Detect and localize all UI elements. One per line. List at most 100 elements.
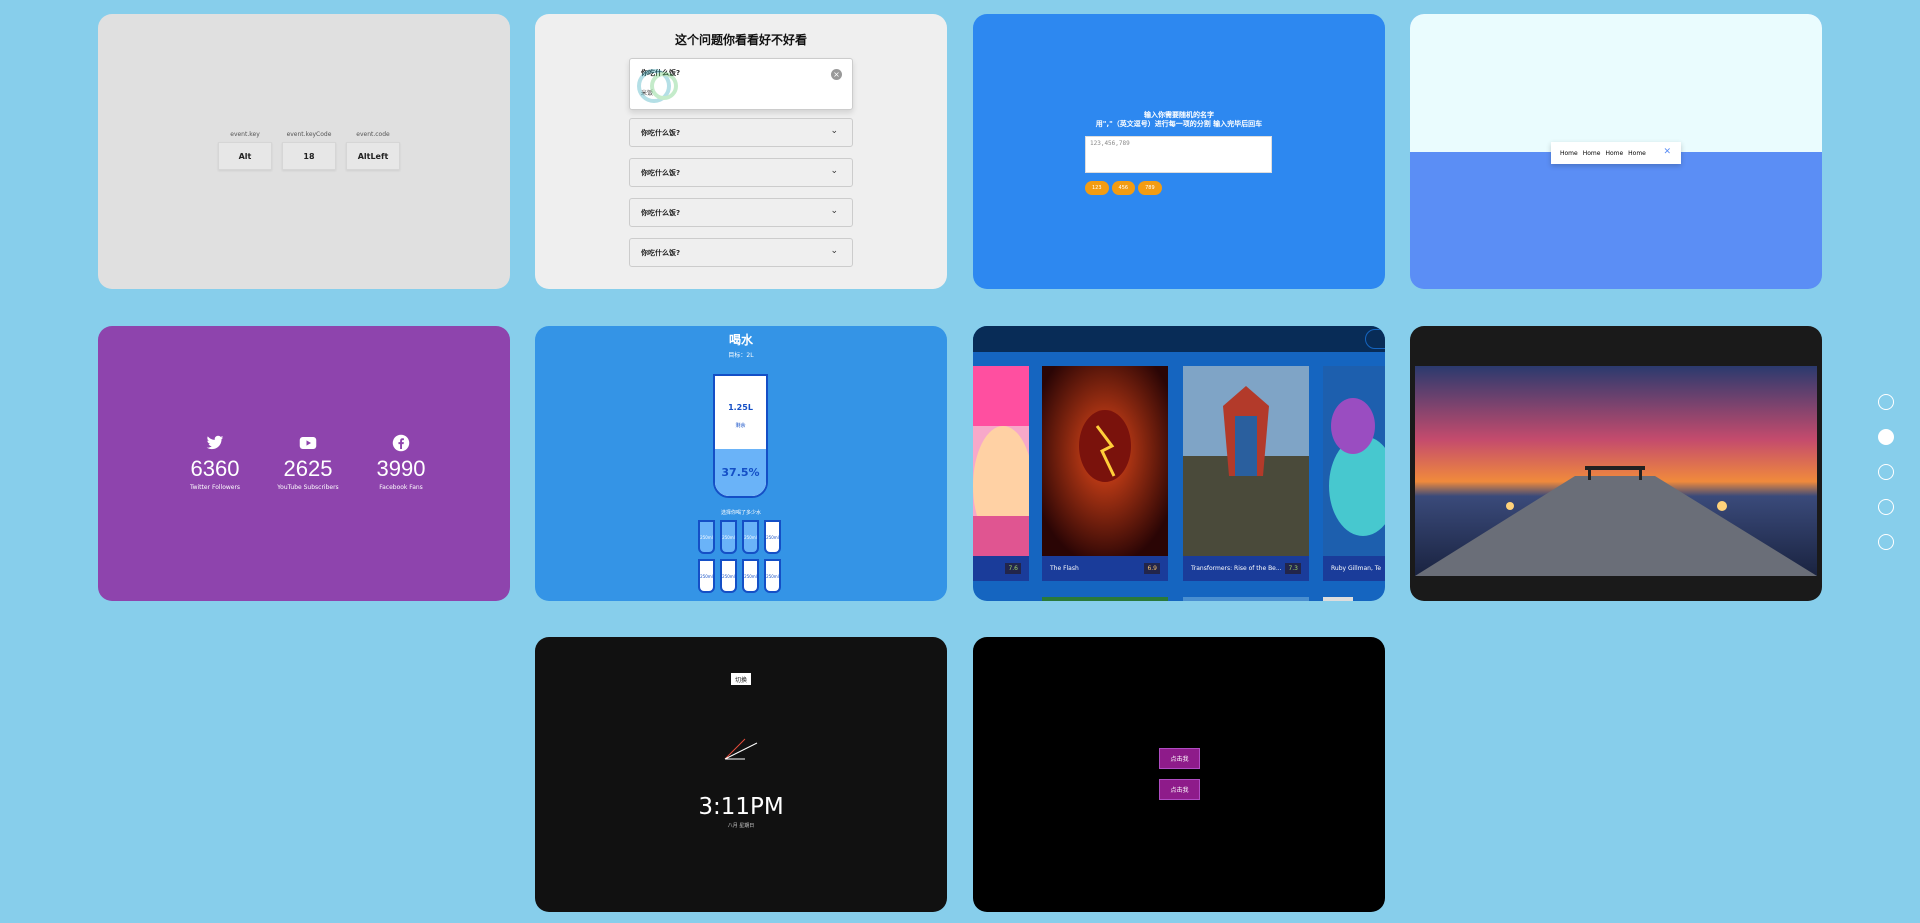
- remained-label: 剩余: [735, 423, 746, 429]
- movie-info: Transformers: Rise of the Be... 7.3: [1183, 556, 1309, 581]
- movie-info: Ruby Gillman, Te: [1323, 556, 1385, 581]
- movie-title: The Flash: [1050, 565, 1079, 572]
- click-button-1[interactable]: 点击我: [1159, 748, 1200, 769]
- faq-item[interactable]: 你吃什么饭? ⌄: [629, 198, 853, 227]
- counter-label: Twitter Followers: [189, 484, 241, 491]
- movie-card[interactable]: Transformers: Rise of the Be... 7.3: [1183, 366, 1309, 581]
- faq-card: 这个问题你看看好不好看 你吃什么饭? 米饭 × 你吃什么饭? ⌄ 你吃什么饭? …: [535, 14, 947, 289]
- faq-title: 这个问题你看看好不好看: [674, 33, 807, 47]
- chevron-down-icon[interactable]: ⌄: [830, 126, 838, 136]
- picker-instructions: 用","（英文逗号）进行每一项的分割 输入完毕后回车: [1095, 120, 1263, 128]
- sunset-pier-image: [1415, 366, 1817, 576]
- movie-card[interactable]: Ruby Gillman, Te: [1323, 366, 1385, 581]
- page-dot[interactable]: [1878, 464, 1894, 480]
- date-display: 八月 星期日: [727, 823, 755, 829]
- random-picker-card: 输入你需要随机的名字 用","（英文逗号）进行每一项的分割 输入完毕后回车 12…: [973, 14, 1385, 289]
- faq-item[interactable]: 你吃什么饭? ⌄: [629, 158, 853, 187]
- close-icon[interactable]: ×: [831, 69, 842, 80]
- small-cup[interactable]: 250ml: [720, 520, 737, 554]
- water-goal: 目标：2L: [728, 352, 754, 359]
- faq-question: 你吃什么饭?: [641, 129, 681, 137]
- facebook-icon: [392, 434, 410, 452]
- photo-card: [1410, 326, 1822, 601]
- tag: 789: [1138, 181, 1162, 195]
- faq-question: 你吃什么饭?: [641, 249, 681, 257]
- small-cup[interactable]: 250ml: [698, 520, 715, 554]
- movie-title: Transformers: Rise of the Be...: [1191, 565, 1282, 572]
- movie-poster: [1183, 366, 1309, 556]
- small-cup[interactable]: 250ml: [742, 520, 759, 554]
- facebook-counter: 3990 Facebook Fans: [365, 434, 437, 491]
- movie-info: The Flash 6.9: [1042, 556, 1168, 581]
- key-label: event.key: [230, 131, 260, 138]
- page-dot[interactable]: [1878, 429, 1894, 445]
- counter-card: 6360 Twitter Followers 2625 YouTube Subs…: [98, 326, 510, 601]
- nav-link-home[interactable]: Home: [1583, 150, 1601, 157]
- movie-row-preview: [1183, 597, 1309, 601]
- click-button-2[interactable]: 点击我: [1159, 779, 1200, 800]
- code-label: event.code: [356, 131, 390, 138]
- close-icon[interactable]: ✕: [1663, 147, 1671, 157]
- top-background: [1410, 14, 1822, 152]
- nav-link-home[interactable]: Home: [1628, 150, 1646, 157]
- chevron-down-icon[interactable]: ⌄: [830, 166, 838, 176]
- tag: 123: [1085, 181, 1109, 195]
- tag-list: 123 456 789: [1085, 181, 1162, 195]
- small-cup[interactable]: 250ml: [742, 559, 759, 593]
- mode-toggle-button[interactable]: 切换: [731, 673, 751, 685]
- select-text: 选择你喝了多少水: [720, 510, 761, 516]
- key-event-card: event.key Alt event.keyCode 18 event.cod…: [98, 14, 510, 289]
- remained-value: 1.25L: [728, 403, 753, 412]
- comment-icon: [637, 69, 678, 103]
- faq-item[interactable]: 你吃什么饭? ⌄: [629, 118, 853, 147]
- keycode-label: event.keyCode: [286, 131, 332, 138]
- movie-info: 7.6: [973, 556, 1029, 581]
- movie-card[interactable]: 7.6: [973, 366, 1029, 581]
- counter-value: 3990: [376, 456, 426, 481]
- twitter-counter: 6360 Twitter Followers: [179, 434, 251, 491]
- movie-card[interactable]: The Flash 6.9: [1042, 366, 1168, 581]
- counter-label: Facebook Fans: [379, 484, 423, 491]
- names-textarea[interactable]: 123,456,789: [1085, 136, 1272, 173]
- movie-poster: [973, 366, 1029, 556]
- pagination-dots: [1878, 394, 1894, 550]
- faq-item[interactable]: 你吃什么饭? ⌄: [629, 238, 853, 267]
- search-input[interactable]: [1365, 329, 1385, 349]
- small-cup[interactable]: 250ml: [764, 559, 781, 593]
- counter-value: 6360: [190, 456, 240, 481]
- key-column: event.key Alt: [218, 131, 272, 170]
- movie-rating: 7.6: [1005, 563, 1021, 574]
- code-value: AltLeft: [346, 142, 400, 170]
- button-card: 点击我 点击我: [973, 637, 1385, 912]
- small-cup[interactable]: 250ml: [764, 520, 781, 554]
- movie-poster: [1323, 366, 1385, 556]
- page-dot[interactable]: [1878, 394, 1894, 410]
- small-cup[interactable]: 250ml: [720, 559, 737, 593]
- small-cups: 250ml 250ml 250ml 250ml 250ml 250ml 250m…: [698, 520, 786, 593]
- movie-rating: 6.9: [1144, 563, 1160, 574]
- movie-app-card: 7.6 The Flash 6.9 Transformers: Rise of …: [973, 326, 1385, 601]
- chevron-down-icon[interactable]: ⌄: [830, 206, 838, 216]
- youtube-counter: 2625 YouTube Subscribers: [272, 434, 344, 491]
- counter-label: YouTube Subscribers: [277, 484, 339, 491]
- nav-link-home[interactable]: Home: [1605, 150, 1623, 157]
- page-dot[interactable]: [1878, 499, 1894, 515]
- navigation-card: Home Home Home Home ✕: [1410, 14, 1822, 289]
- chevron-down-icon[interactable]: ⌄: [830, 246, 838, 256]
- faq-question: 你吃什么饭?: [641, 209, 681, 217]
- faq-question: 你吃什么饭?: [641, 169, 681, 177]
- navbar: Home Home Home Home ✕: [1551, 142, 1681, 164]
- twitter-icon: [206, 435, 224, 450]
- youtube-icon: [299, 437, 317, 449]
- key-info-row: event.key Alt event.keyCode 18 event.cod…: [218, 131, 400, 170]
- small-cup[interactable]: 250ml: [698, 559, 715, 593]
- page-dot[interactable]: [1878, 534, 1894, 550]
- clock-card: 切换 3:11PM 八月 星期日: [535, 637, 947, 912]
- movie-rating: 7.3: [1285, 563, 1301, 574]
- water-percentage: 37.5%: [715, 449, 766, 496]
- movie-header: [973, 326, 1385, 352]
- big-cup: 1.25L 剩余 37.5%: [713, 374, 768, 498]
- movie-row-preview: [1042, 597, 1168, 601]
- remained: 1.25L 剩余: [715, 403, 766, 431]
- nav-link-home[interactable]: Home: [1560, 150, 1578, 157]
